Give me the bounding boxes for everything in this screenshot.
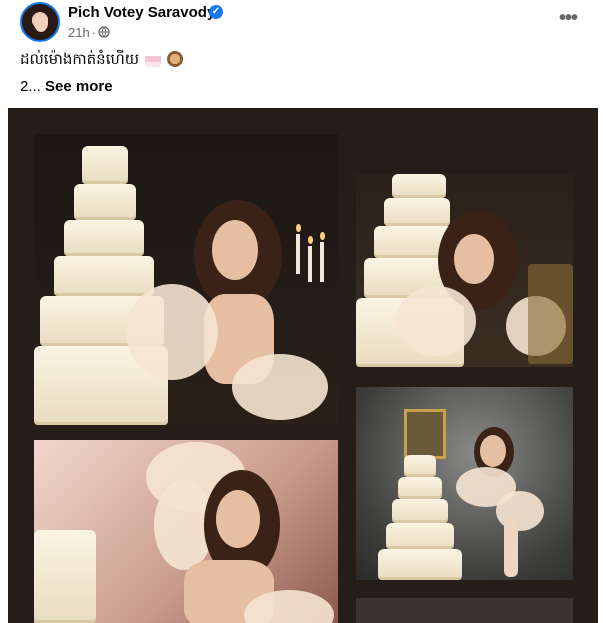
birthday-cake-emoji [145,51,162,67]
post-meta: 21h · [68,25,110,40]
body-text: 2... [20,78,41,95]
author-name[interactable]: Pich Votey Saravody [68,4,215,21]
photo-grid [8,108,598,623]
see-more-link[interactable]: See more [45,78,113,95]
post-header: Pich Votey Saravody ✓ 21h · ••• ដល់ម៉ោងកា… [0,0,606,108]
post-body: 2... See more [20,78,113,95]
verified-badge-icon: ✓ [209,5,223,19]
author-avatar[interactable] [20,2,60,42]
photo-3[interactable] [356,387,573,580]
caption-text: ដល់ម៉ោងកាត់នំហើយ [20,51,140,68]
photo-4[interactable] [34,440,338,623]
more-options-icon[interactable]: ••• [552,8,584,32]
photo-2[interactable] [356,174,573,367]
post-caption: ដល់ម៉ោងកាត់នំហើយ [20,50,184,72]
cake-image [34,134,168,425]
globe-icon [98,26,110,38]
see-no-evil-monkey-emoji [167,51,184,67]
photo-1[interactable] [34,134,338,425]
photo-5[interactable] [356,598,573,623]
post-time[interactable]: 21h [68,25,90,40]
